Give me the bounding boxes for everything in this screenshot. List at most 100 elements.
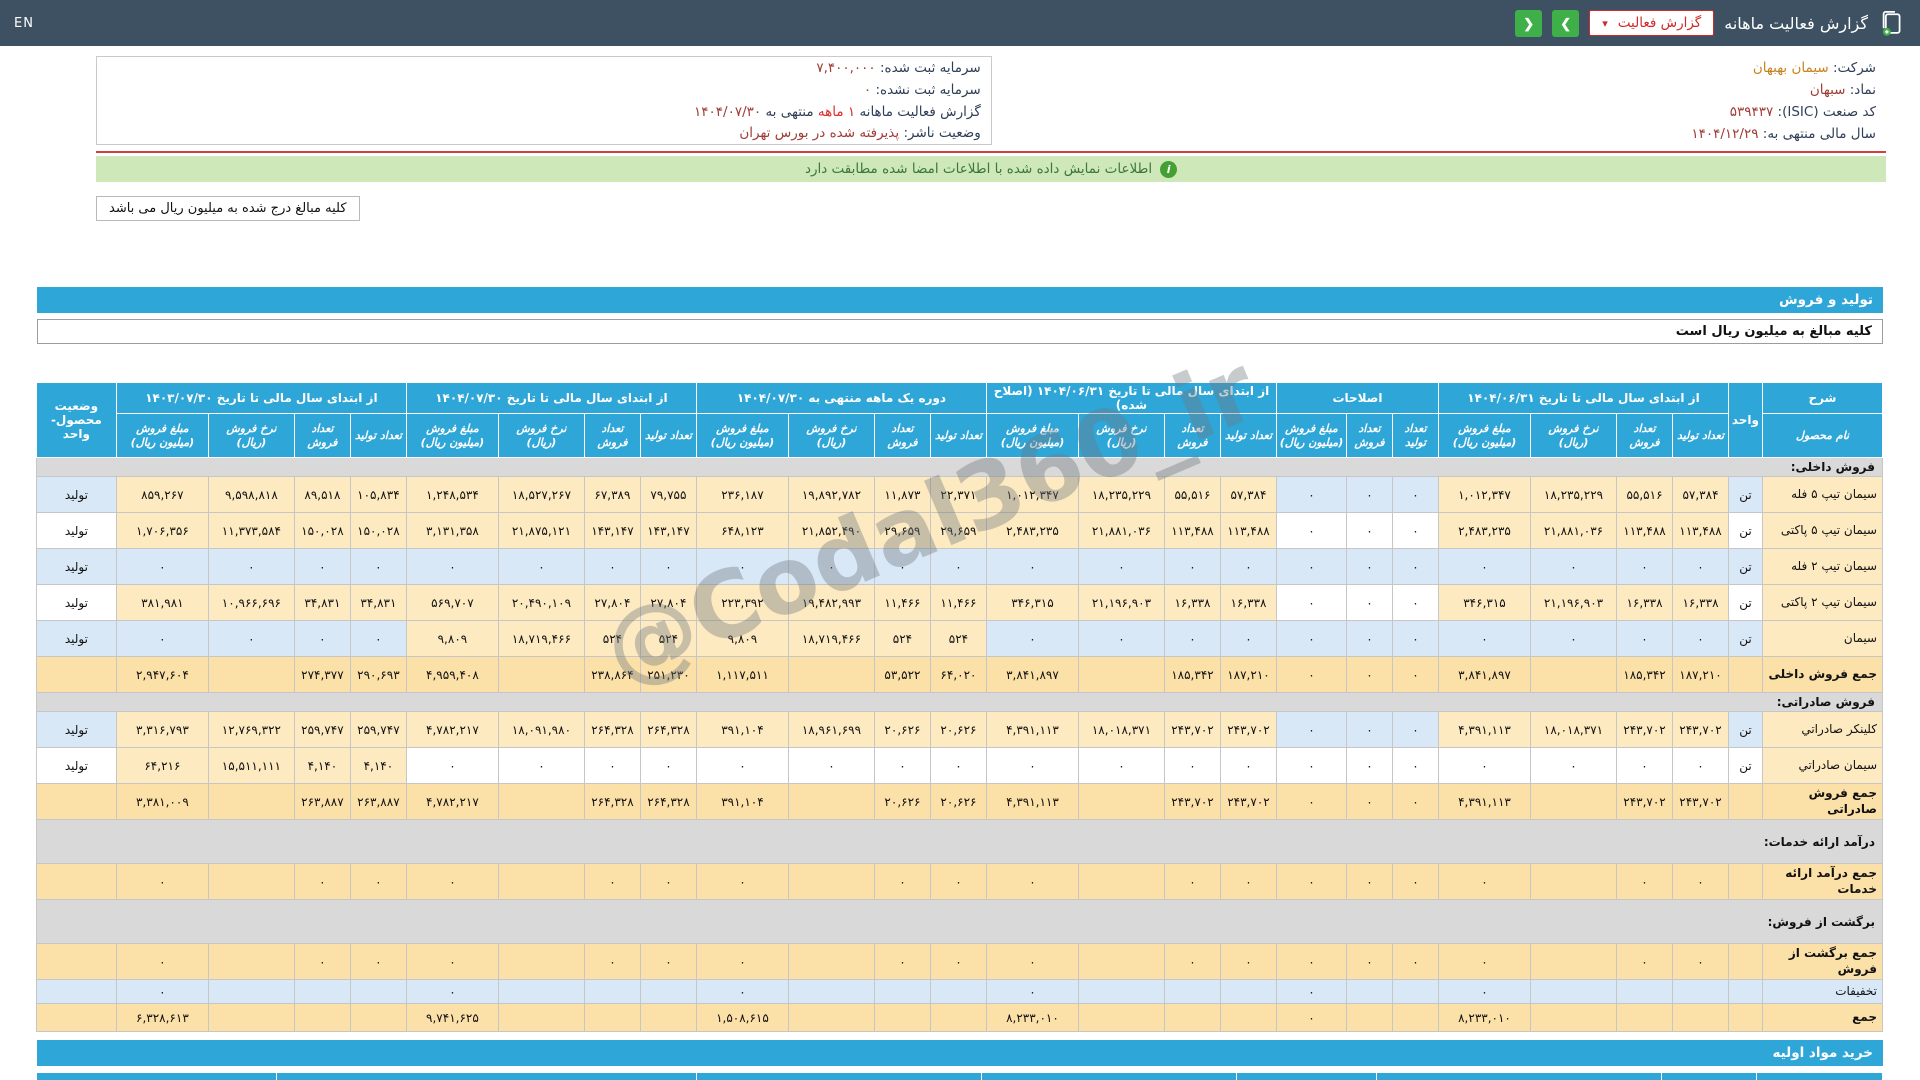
value-cell: ۰: [1437, 747, 1532, 784]
info-text: سرمایه ثبت شده:: [875, 59, 981, 76]
value-cell: ۱۵۰,۰۲۸: [293, 512, 351, 549]
value-cell: ۰: [115, 548, 209, 585]
value-cell: [207, 863, 295, 900]
value-cell: ۰: [1275, 943, 1347, 980]
value-cell: ۰: [1391, 747, 1439, 784]
value-cell: ۰: [1437, 548, 1532, 585]
value-cell: ۶۴,۰۲۰: [929, 656, 987, 693]
info-row: شرکت: سیمان بهبهان سرمایه ثبت شده: ۷,۴۰۰,…: [96, 56, 1887, 79]
value-cell: ۱,۷۰۶,۳۵۶: [115, 512, 209, 549]
value-cell: ۱۸۷,۲۱۰: [1672, 656, 1729, 693]
value-cell: ۰: [1345, 783, 1393, 820]
value-cell: ۲۴۳,۷۰۲: [1672, 711, 1729, 748]
value-cell: [293, 1003, 351, 1032]
value-cell: ۱۸,۹۶۱,۶۹۹: [787, 711, 875, 748]
next-report-button[interactable]: ❯: [1552, 9, 1580, 37]
report-copy-icon[interactable]: [1878, 9, 1906, 37]
value-cell: ۱۱۳,۴۸۸: [1163, 512, 1221, 549]
metric-header: تعداد تولید: [929, 413, 987, 458]
value-cell: [583, 1003, 641, 1032]
value-cell: ۰: [1077, 548, 1165, 585]
table-group-header-row: شرح واحد از ابتدای سال مالی تا تاریخ ۱۴۰۴/…: [35, 382, 1883, 458]
value-cell: ۲,۹۴۷,۶۰۴: [115, 656, 209, 693]
value-cell: ۰: [985, 943, 1079, 980]
value-cell: ۰: [583, 943, 641, 980]
info-text: ۱۴۰۴/۰۷/۳۰: [694, 103, 762, 120]
value-cell: [1345, 1003, 1393, 1032]
total-row: جمع ۸,۲۳۳,۰۱۰ ۰ ۸,۲۳۳,۰۱۰ ۱,۵۰۸,۶۱۵ ۹,۷۴۱,۶۲۵…: [35, 1003, 1883, 1032]
value-cell: ۰: [1219, 548, 1277, 585]
status-cell: [35, 783, 117, 820]
value-cell: ۱,۱۱۷,۵۱۱: [695, 656, 789, 693]
value-cell: ۱۱۳,۴۸۸: [1672, 512, 1729, 549]
value-cell: ۴,۳۹۱,۱۱۳: [985, 783, 1079, 820]
info-text: ۱۴۰۴/۱۲/۲۹: [1691, 125, 1759, 142]
value-cell: [207, 1003, 295, 1032]
value-cell: [1077, 1003, 1165, 1032]
report-type-dropdown[interactable]: گزارش فعالیت ▾: [1589, 10, 1715, 36]
product-row: سیمان صادراتي تن ۰ ۰ ۰ ۰ ۰ ۰ ۰ ۰ ۰ ۰ ۰ ۰ ۰ ۰ ۰ ۰ ۰ ۰ ۰ ۴,۱۴۰ ۴…: [35, 747, 1883, 784]
info-text: ۷,۴۰۰,۰۰۰: [816, 59, 876, 76]
value-cell: ۰: [583, 548, 641, 585]
value-cell: ۰: [1672, 863, 1729, 900]
chevron-down-icon: ▾: [1602, 16, 1608, 30]
value-cell: [929, 979, 987, 1004]
metric-header: تعداد فروش: [293, 413, 351, 458]
value-cell: ۰: [1163, 943, 1221, 980]
value-cell: ۰: [1163, 747, 1221, 784]
value-cell: ۰: [1275, 783, 1347, 820]
value-cell: ۰: [1345, 863, 1393, 900]
value-cell: [873, 979, 931, 1004]
value-cell: ۱۸,۵۲۷,۲۶۷: [497, 476, 585, 513]
value-cell: [1530, 783, 1617, 820]
value-cell: ۱۸,۲۳۵,۲۲۹: [1530, 476, 1617, 513]
value-cell: ۰: [293, 943, 351, 980]
section-row: برگشت از فروش:: [35, 899, 1884, 944]
value-cell: ۴,۳۹۱,۱۱۳: [1437, 711, 1532, 748]
value-cell: ۰: [1275, 656, 1347, 693]
value-cell: ۰: [1391, 943, 1439, 980]
value-cell: ۰: [1391, 512, 1439, 549]
value-cell: ۱۶,۳۳۸: [1672, 584, 1729, 621]
info-field-right: کد صنعت (ISIC): ۵۳۹۴۳۷: [991, 101, 1886, 123]
value-cell: ۲۱,۱۹۶,۹۰۳: [1077, 584, 1165, 621]
total-row: جمع برگشت از فروش ۰ ۰ ۰ ۰ ۰ ۰ ۰ ۰ ۰ ۰ ۰ ۰ ۰ ۰ ۰ ۰ ۰ ۰: [35, 943, 1883, 980]
language-toggle-en[interactable]: EN: [14, 16, 34, 31]
unit-cell: تن: [1728, 476, 1763, 513]
value-cell: ۰: [115, 620, 209, 657]
value-cell: [497, 783, 585, 820]
value-cell: ۰: [1275, 620, 1347, 657]
product-row: سیمان تن ۰ ۰ ۰ ۰ ۰ ۰ ۰ ۰ ۰ ۰ ۰ ۵۲۴ ۵۲۴ ۱۸,۷۱۹,۴۶۶ ۹,۸۰۹ ۵…: [35, 620, 1883, 657]
value-cell: ۰: [1437, 863, 1532, 900]
value-cell: ۳,۳۸۱,۰۰۹: [115, 783, 209, 820]
value-cell: [293, 979, 351, 1004]
value-cell: ۲۲۳,۳۹۲: [695, 584, 789, 621]
value-cell: ۰: [1672, 943, 1729, 980]
prev-report-button[interactable]: ❮: [1515, 9, 1543, 37]
value-cell: [1530, 656, 1617, 693]
materials-header-cell: از ابتدای سال مالی تا تاریخ ۱۴۰۳/۰۷/۳۰: [36, 1072, 277, 1080]
materials-header-cell: [1756, 1072, 1883, 1080]
value-cell: ۵۷,۳۸۴: [1219, 476, 1277, 513]
value-cell: ۰: [929, 747, 987, 784]
value-cell: ۲۴۳,۷۰۲: [1219, 783, 1277, 820]
status-cell: تولید: [35, 620, 117, 657]
section-label: فروش صادراتی:: [35, 692, 1884, 712]
value-cell: ۵۲۴: [639, 620, 697, 657]
section-label: برگشت از فروش:: [35, 899, 1884, 944]
metric-header: نرخ فروش (ریال): [207, 413, 295, 458]
production-sales-section-bar: تولید و فروش: [37, 287, 1883, 313]
info-text: سیمان بهبهان: [1752, 59, 1829, 76]
materials-header-cell: خرید دوره یک ماهه منتهی به ۱۴۰۴/۰۷/۳۰: [696, 1072, 982, 1080]
value-cell: ۱۸,۰۱۸,۳۷۱: [1530, 711, 1617, 748]
metric-header: مبلغ فروش (میلیون ریال): [1437, 413, 1532, 458]
status-cell: [35, 943, 117, 980]
value-cell: ۴,۳۹۱,۱۱۳: [985, 711, 1079, 748]
value-cell: ۰: [1345, 711, 1393, 748]
value-cell: ۱۱,۸۷۳: [873, 476, 931, 513]
value-cell: ۲۹,۶۵۹: [873, 512, 931, 549]
value-cell: ۱۱,۴۶۶: [929, 584, 987, 621]
value-cell: ۰: [1391, 711, 1439, 748]
value-cell: ۰: [1219, 620, 1277, 657]
value-cell: ۲۳۸,۸۶۴: [583, 656, 641, 693]
